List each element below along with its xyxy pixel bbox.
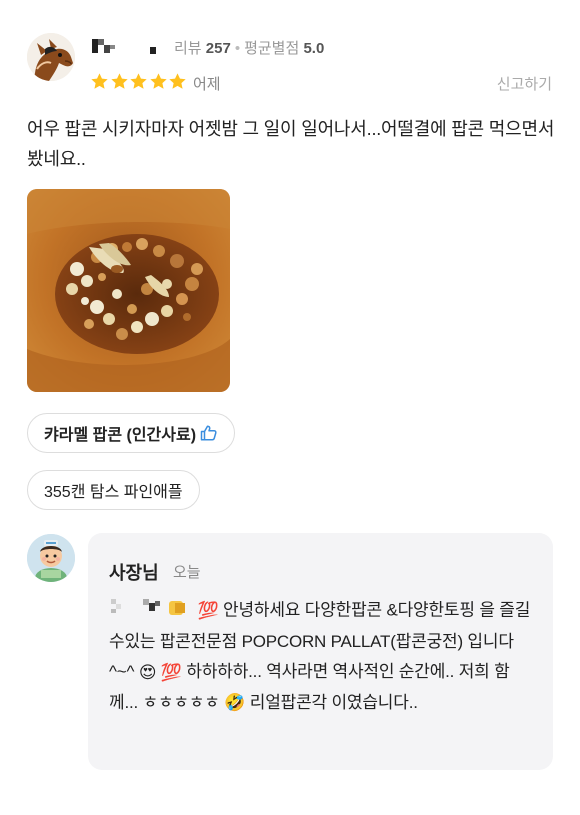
avg-rating-label: 평균별점 — [244, 40, 300, 57]
emoji-100: 💯 — [160, 662, 182, 682]
menu-item-name: 355캔 탐스 파인애플 — [44, 484, 183, 501]
menu-item-chip[interactable]: 355캔 탐스 파인애플 — [27, 470, 200, 510]
menu-item-name: 캬라멜 팝콘 (인간사료) — [44, 427, 197, 444]
star-icon — [149, 73, 167, 89]
review-date: 어제 — [193, 76, 221, 93]
review-count-label: 리뷰 — [174, 40, 202, 57]
emoji-100: 💯 — [197, 601, 219, 620]
reply-time: 오늘 — [173, 564, 201, 581]
reviewer-stats: 리뷰 257 • 평균별점 5.0 — [174, 40, 325, 57]
reviewer-nickname-masked — [92, 37, 162, 57]
star-icon — [110, 73, 128, 89]
thumbs-up-icon — [200, 425, 217, 441]
emoji-heart-eyes: 😍 — [138, 662, 157, 682]
avg-rating: 5.0 — [303, 40, 325, 57]
report-button[interactable]: 신고하기 — [497, 73, 552, 94]
owner-name: 사장님 — [109, 563, 159, 583]
emoji-rofl: 🤣 — [224, 693, 246, 713]
review-content: 어우 팝콘 시키자마자 어젯밤 그 일이 일어나서...어떨결에 팝콘 먹으면서… — [27, 119, 555, 169]
masked-nickname — [109, 595, 193, 627]
owner-reply: 사장님 오늘 💯 안녕하세요 다양한팝콘 &다양한토핑 을 즐길수있는 팝콘전문… — [88, 533, 553, 770]
review-photo[interactable] — [27, 189, 230, 392]
rating-stars — [90, 72, 188, 92]
reply-text-3: 리얼팝콘각 이였습니다.. — [249, 692, 418, 712]
star-icon — [130, 73, 147, 89]
menu-item-chip[interactable]: 캬라멜 팝콘 (인간사료) — [27, 413, 236, 453]
reply-content: 💯 안녕하세요 다양한팝콘 &다양한토핑 을 즐길수있는 팝콘전문점 POPCO… — [109, 595, 534, 718]
owner-avatar — [27, 534, 75, 582]
star-icon — [169, 73, 186, 89]
review-count: 257 — [205, 40, 231, 57]
reviewer-avatar[interactable] — [27, 33, 75, 81]
star-icon — [91, 73, 108, 89]
